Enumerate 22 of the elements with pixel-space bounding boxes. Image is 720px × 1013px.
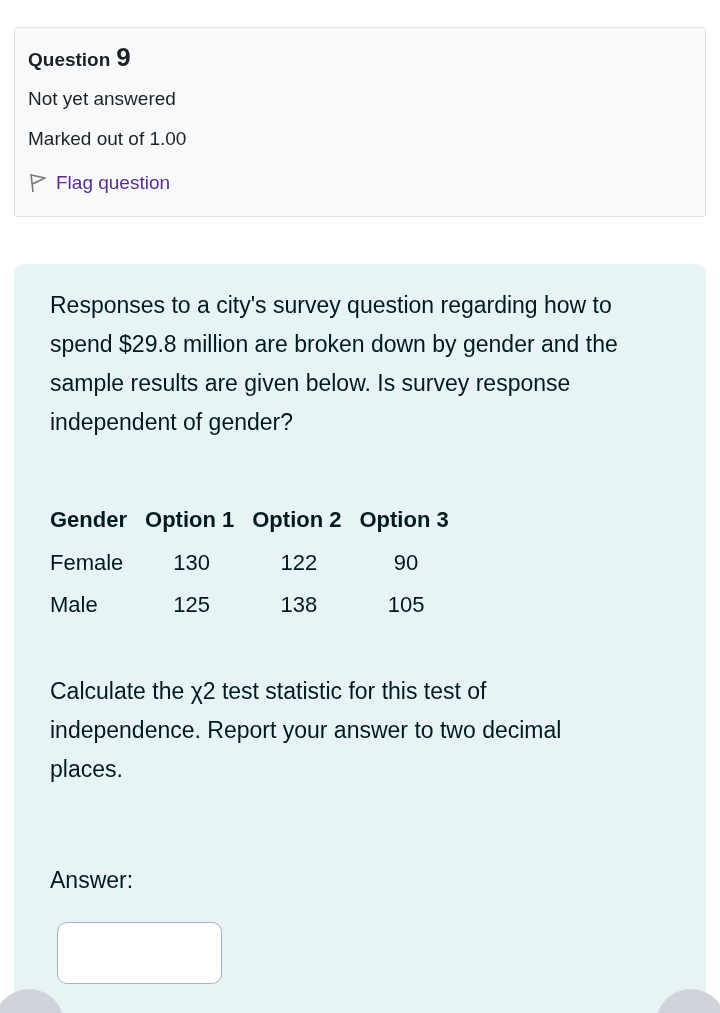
table-cell-text: 122 (279, 549, 319, 577)
status-text: Not yet answered (28, 88, 177, 111)
table-cell-text: 138 (279, 591, 319, 619)
column-header: Option 3 (358, 506, 450, 534)
answer-field[interactable] (57, 922, 222, 984)
column-header: Gender (50, 506, 129, 534)
table-cell-text: 90 (392, 549, 420, 577)
column-header: Option 2 (251, 506, 343, 534)
table-cell-text: 125 (172, 591, 211, 619)
question-label: Question (28, 49, 111, 71)
column-header: Option 1 (144, 506, 236, 534)
marks-text: Marked out of 1.00 (28, 128, 188, 151)
prompt-text: Calculate the χ2 test statistic for this test of independence. Report your answer to two decimal places. (50, 677, 563, 784)
answer-label: Answer: (50, 867, 135, 894)
table-cell-text: Female (50, 549, 125, 577)
flag-icon[interactable] (28, 172, 48, 194)
table-cell-text: Male (50, 591, 99, 619)
table-cell-text: 105 (386, 591, 426, 619)
table-cell-text: 130 (172, 549, 211, 577)
question-text: Responses to a city's survey question regarding how to spend $29.8 million are broken down by gender and the sample results are given below. Is survey response independent of gender? (50, 291, 619, 437)
question-number: 9 (116, 42, 131, 73)
flag-question-link[interactable]: Flag question (56, 172, 171, 194)
